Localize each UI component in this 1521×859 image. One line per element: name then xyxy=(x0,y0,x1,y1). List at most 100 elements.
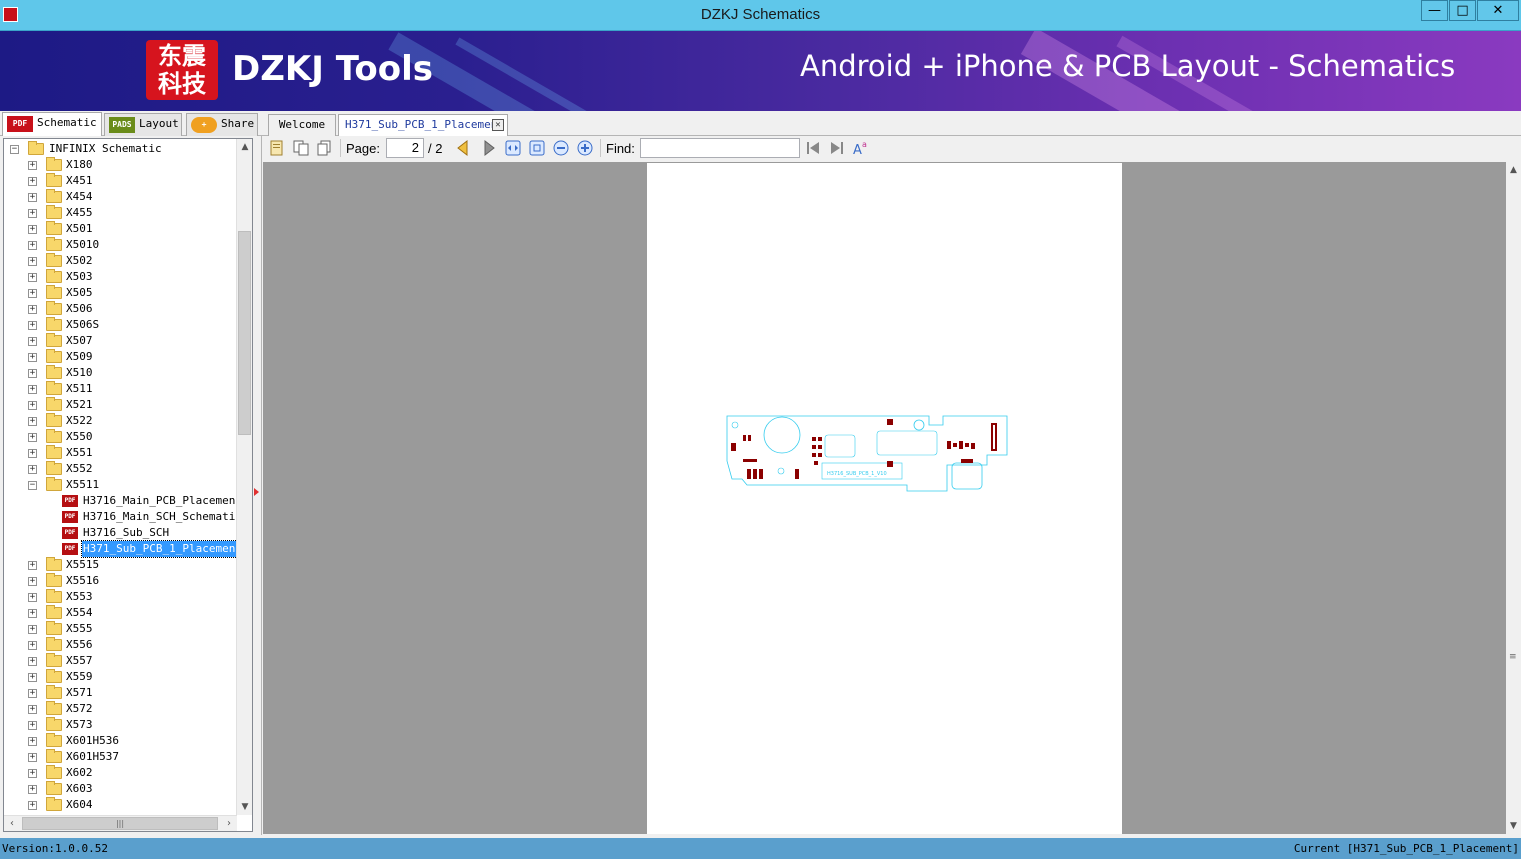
panel-splitter[interactable] xyxy=(254,138,260,832)
tab-document-label: H371_Sub_PCB_1_Placement xyxy=(345,118,504,131)
tree-item-label: H3716_Main_SCH_Schematics xyxy=(83,510,237,523)
zoom-in-icon[interactable] xyxy=(576,139,594,157)
expand-icon[interactable]: + xyxy=(28,353,37,362)
duplicate-page-icon[interactable] xyxy=(316,139,334,157)
expand-icon[interactable]: + xyxy=(28,257,37,266)
open-document-icon[interactable] xyxy=(268,139,286,157)
expand-icon[interactable]: + xyxy=(28,193,37,202)
collapse-icon[interactable]: − xyxy=(28,481,37,490)
expand-icon[interactable]: + xyxy=(28,657,37,666)
expand-icon[interactable]: + xyxy=(28,305,37,314)
find-input[interactable] xyxy=(640,138,800,158)
expand-icon[interactable]: + xyxy=(28,321,37,330)
collapse-icon[interactable]: − xyxy=(10,145,19,154)
collapse-panel-icon[interactable] xyxy=(254,488,259,496)
tab-schematic-label: Schematic xyxy=(37,116,97,129)
next-page-icon[interactable] xyxy=(480,139,498,157)
expand-icon[interactable]: + xyxy=(28,785,37,794)
expand-icon[interactable]: + xyxy=(28,177,37,186)
expand-icon[interactable]: + xyxy=(28,689,37,698)
expand-icon[interactable]: + xyxy=(28,273,37,282)
expand-icon[interactable]: + xyxy=(28,609,37,618)
tabs-row: PDF Schematic PADS Layout + Share Welcom… xyxy=(0,111,1521,136)
tree-item-label: X5516 xyxy=(66,574,100,587)
expand-icon[interactable]: + xyxy=(28,209,37,218)
tree-item-label: X180 xyxy=(66,158,93,171)
tree-item-label: X522 xyxy=(66,414,93,427)
folder-icon xyxy=(46,557,62,571)
expand-icon[interactable]: + xyxy=(28,433,37,442)
expand-icon[interactable]: + xyxy=(28,369,37,378)
expand-icon[interactable]: + xyxy=(28,801,37,810)
expand-icon[interactable]: + xyxy=(28,289,37,298)
expand-icon[interactable]: + xyxy=(28,385,37,394)
expand-icon[interactable]: + xyxy=(28,337,37,346)
tab-welcome[interactable]: Welcome xyxy=(268,114,336,136)
expand-icon[interactable]: + xyxy=(28,737,37,746)
pads-icon: PADS xyxy=(109,117,135,133)
find-previous-icon[interactable] xyxy=(804,139,822,157)
close-button[interactable]: ✕ xyxy=(1477,0,1519,21)
tab-share[interactable]: + Share xyxy=(186,113,258,136)
scroll-thumb[interactable] xyxy=(238,231,251,435)
expand-icon[interactable]: + xyxy=(28,401,37,410)
expand-icon[interactable]: + xyxy=(28,465,37,474)
tab-document[interactable]: H371_Sub_PCB_1_Placement ✕ xyxy=(338,114,508,136)
highlight-text-icon[interactable]: Aa xyxy=(852,139,870,158)
expand-icon[interactable]: + xyxy=(28,417,37,426)
scroll-grip-icon[interactable]: ≡ xyxy=(1509,652,1517,662)
expand-icon[interactable]: + xyxy=(28,161,37,170)
expand-icon[interactable]: + xyxy=(28,241,37,250)
tab-layout-label: Layout xyxy=(139,117,179,130)
zoom-out-icon[interactable] xyxy=(552,139,570,157)
folder-icon xyxy=(46,253,62,267)
previous-page-icon[interactable] xyxy=(454,139,472,157)
page-number-input[interactable]: 2 xyxy=(386,138,424,158)
expand-icon[interactable]: + xyxy=(28,593,37,602)
folder-icon xyxy=(46,765,62,779)
expand-icon[interactable]: + xyxy=(28,769,37,778)
viewer-toolbar: Page: 2 / 2 Find: Aa xyxy=(262,136,1521,161)
expand-icon[interactable]: + xyxy=(28,641,37,650)
scroll-up-icon[interactable]: ▲ xyxy=(237,139,252,155)
scroll-down-icon[interactable]: ▼ xyxy=(1506,818,1521,834)
tab-layout[interactable]: PADS Layout xyxy=(104,113,182,136)
close-tab-icon[interactable]: ✕ xyxy=(492,119,504,131)
fit-page-icon[interactable] xyxy=(528,139,546,157)
tree-vertical-scrollbar[interactable]: ▲ ▼ xyxy=(236,139,252,815)
brand-name: DZKJ Tools xyxy=(232,49,433,89)
scroll-left-icon[interactable]: ‹ xyxy=(4,816,20,831)
minimize-button[interactable]: — xyxy=(1421,0,1448,21)
schematic-tree[interactable]: − INFINIX Schematic + X180 + X451 + X454 + X455… xyxy=(3,138,253,832)
folder-icon xyxy=(46,685,62,699)
expand-icon[interactable]: + xyxy=(28,625,37,634)
scroll-right-icon[interactable]: › xyxy=(221,816,237,831)
scroll-down-icon[interactable]: ▼ xyxy=(237,799,252,815)
document-vertical-scrollbar[interactable]: ▲ ≡ ▼ xyxy=(1506,162,1521,834)
title-bar: DZKJ Schematics — □ ✕ xyxy=(0,0,1521,31)
tab-schematic[interactable]: PDF Schematic xyxy=(2,112,102,136)
folder-icon xyxy=(46,221,62,235)
expand-icon[interactable]: + xyxy=(28,721,37,730)
expand-icon[interactable]: + xyxy=(28,673,37,682)
expand-icon[interactable]: + xyxy=(28,577,37,586)
tree-item-label: X603 xyxy=(66,782,93,795)
tree-item-label: X604 xyxy=(66,798,93,811)
maximize-button[interactable]: □ xyxy=(1449,0,1476,21)
expand-icon[interactable]: + xyxy=(28,753,37,762)
expand-icon[interactable]: + xyxy=(28,449,37,458)
document-canvas[interactable]: H3716_SUB_PCB_1_V10 xyxy=(263,162,1506,834)
expand-icon[interactable]: + xyxy=(28,225,37,234)
hscroll-thumb[interactable]: ||| xyxy=(22,817,218,830)
find-next-icon[interactable] xyxy=(828,139,846,157)
tree-item-label: X503 xyxy=(66,270,93,283)
tree-horizontal-scrollbar[interactable]: ‹ ||| › xyxy=(4,815,237,831)
copy-page-icon[interactable] xyxy=(292,139,310,157)
fit-width-icon[interactable] xyxy=(504,139,522,157)
expand-icon[interactable]: + xyxy=(28,561,37,570)
expand-icon[interactable]: + xyxy=(28,705,37,714)
folder-icon xyxy=(46,157,62,171)
tree-item-label: X555 xyxy=(66,622,93,635)
scroll-up-icon[interactable]: ▲ xyxy=(1506,162,1521,178)
folder-icon xyxy=(46,621,62,635)
